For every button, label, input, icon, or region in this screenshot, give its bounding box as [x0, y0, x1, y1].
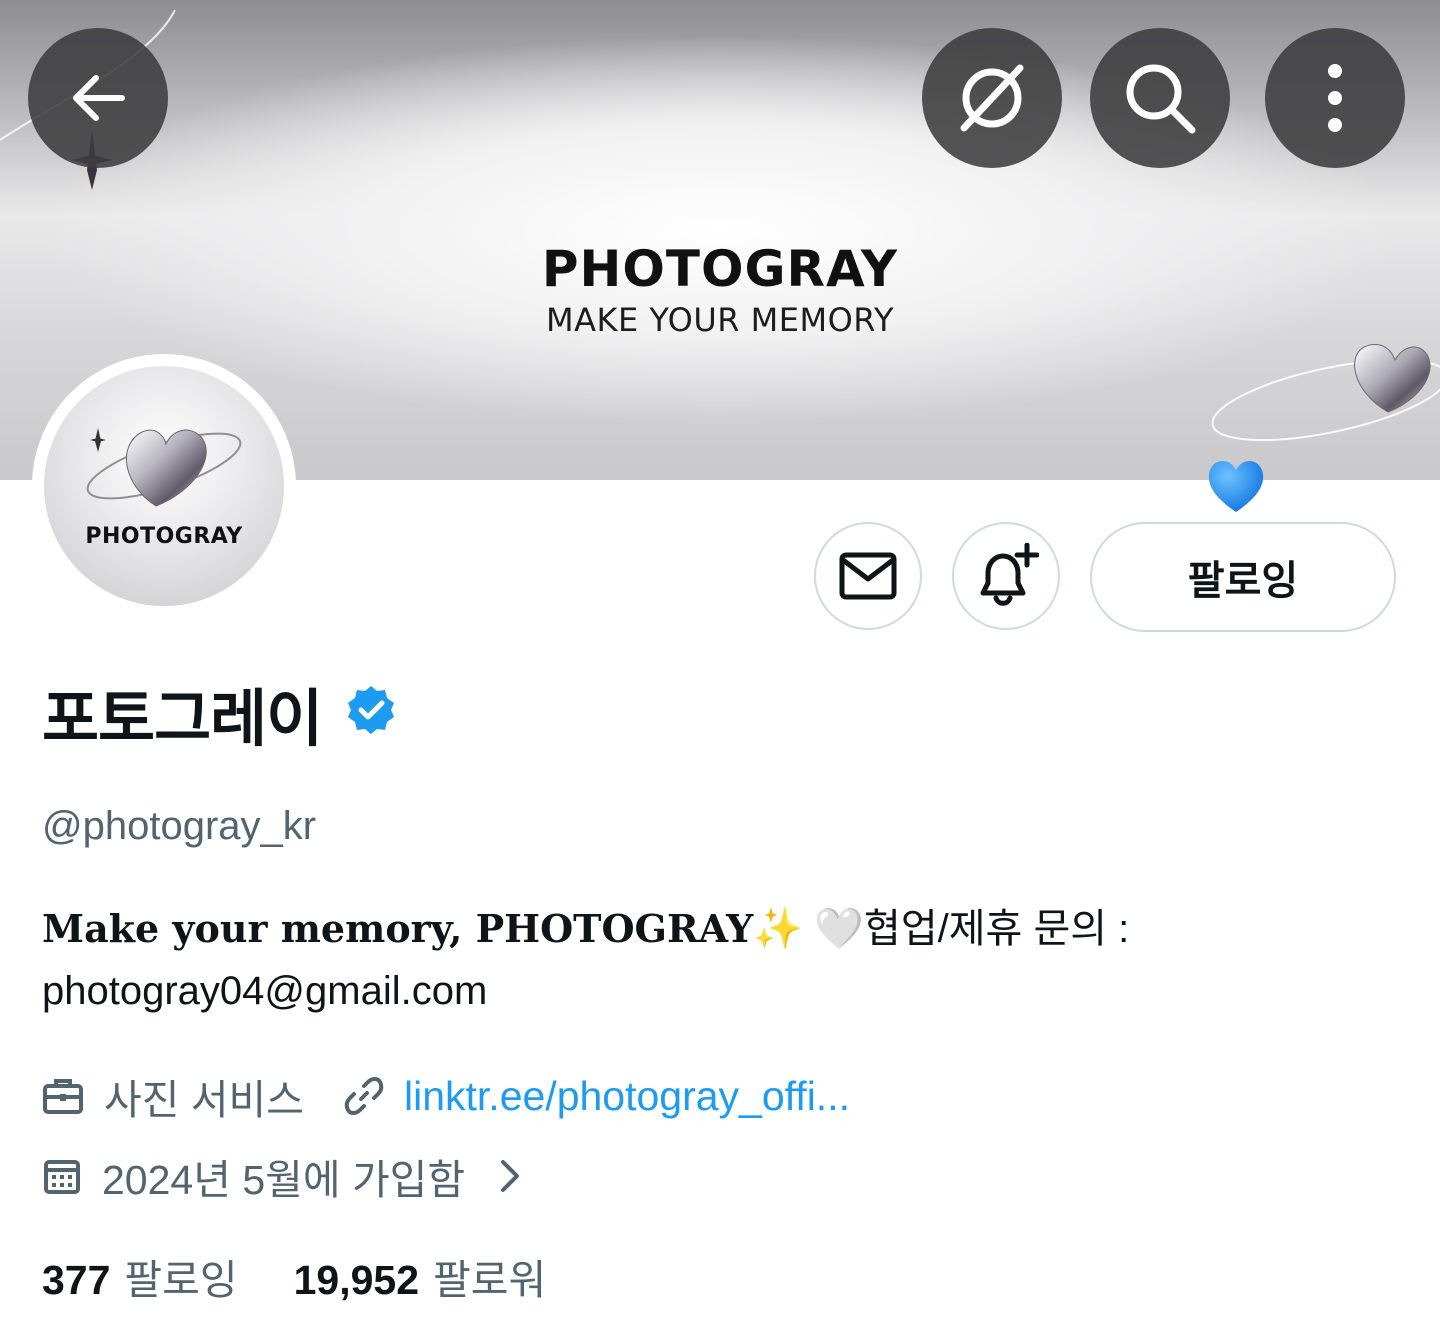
bio-email[interactable]: photogray04@gmail.com: [42, 969, 487, 1013]
bio-sparkle: ✨: [753, 907, 804, 951]
profile-bio: Make your memory, PHOTOGRAY✨ 🤍협업/제휴 문의 :…: [42, 898, 1402, 1022]
following-button[interactable]: 팔로잉: [1090, 522, 1396, 632]
search-icon: [1126, 64, 1196, 134]
avatar[interactable]: PHOTOGRAY: [44, 366, 284, 606]
user-handle: @photogray_kr: [42, 804, 317, 848]
back-arrow-icon: [73, 75, 125, 121]
profile-meta-row: 사진 서비스 linktr.ee/photogray_offi...: [42, 1066, 850, 1126]
back-button[interactable]: [28, 28, 168, 168]
calendar-icon: [42, 1156, 82, 1196]
grok-button[interactable]: [922, 28, 1062, 168]
following-label: 팔로잉: [124, 1257, 238, 1303]
following-stat[interactable]: 377 팔로잉: [42, 1246, 238, 1306]
followers-count: 19,952: [293, 1257, 419, 1303]
banner-title: PHOTOGRAY: [541, 240, 899, 298]
display-name: 포토그레이: [42, 682, 323, 755]
bio-contact-label: 🤍협업/제휴 문의 :: [814, 907, 1130, 951]
following-button-label: 팔로잉: [1187, 559, 1299, 603]
avatar-heart-graphic: [86, 428, 242, 507]
mail-icon: [839, 552, 897, 600]
blue-heart-icon: [1208, 461, 1264, 512]
bell-plus-icon: [980, 543, 1039, 606]
follow-stats: 377 팔로잉 19,952 팔로워: [42, 1246, 546, 1306]
joined-row[interactable]: 2024년 5월에 가입함: [42, 1146, 521, 1206]
message-button[interactable]: [814, 522, 922, 630]
banner-subtitle: MAKE YOUR MEMORY: [545, 301, 895, 339]
profile-category: 사진 서비스: [104, 1077, 304, 1123]
followers-label: 팔로워: [433, 1257, 547, 1303]
more-vertical-icon: [1328, 64, 1342, 132]
bio-tagline: Make your memory, PHOTOGRAY: [42, 906, 754, 951]
following-count: 377: [42, 1257, 111, 1303]
chevron-right-icon: [501, 1160, 520, 1192]
grok-icon: [960, 64, 1024, 132]
joined-date: 2024년 5월에 가입함: [102, 1157, 466, 1203]
avatar-label: PHOTOGRAY: [85, 524, 243, 549]
banner-brand: PHOTOGRAY MAKE YOUR MEMORY: [0, 238, 1440, 340]
followers-stat[interactable]: 19,952 팔로워: [294, 1246, 547, 1306]
more-button[interactable]: [1265, 28, 1405, 168]
verified-badge-icon: [348, 686, 394, 734]
briefcase-icon: [42, 1077, 84, 1115]
notify-button[interactable]: [952, 522, 1060, 630]
profile-link[interactable]: linktr.ee/photogray_offi...: [404, 1073, 850, 1120]
search-button[interactable]: [1090, 28, 1230, 168]
link-icon: [344, 1076, 384, 1116]
